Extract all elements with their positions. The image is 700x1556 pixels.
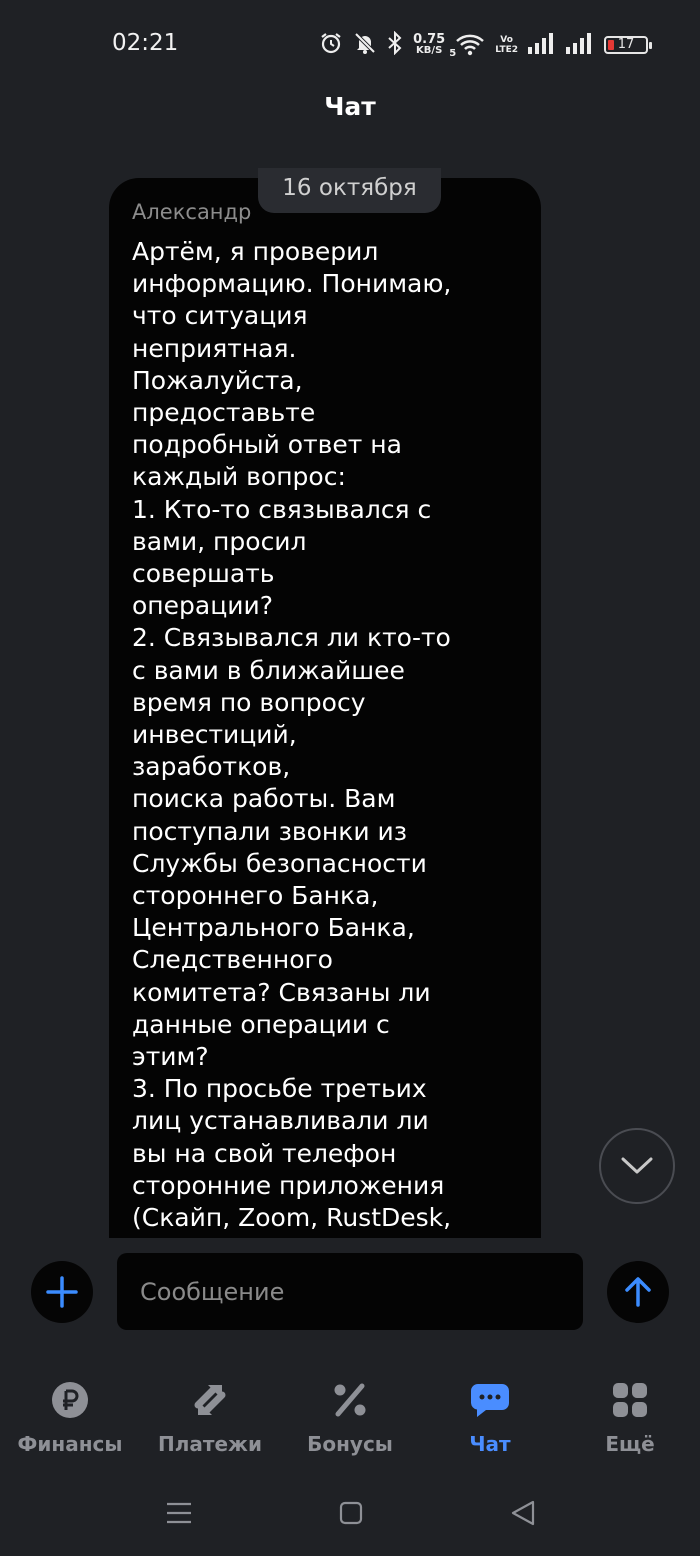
battery-icon: 17 <box>604 36 652 54</box>
send-button[interactable] <box>607 1261 669 1323</box>
wifi-band: 5 <box>449 48 457 59</box>
back-button[interactable] <box>500 1490 546 1536</box>
volte-bottom: LTE2 <box>495 45 518 55</box>
network-speed-value: 0.75 <box>413 32 446 47</box>
alarm-icon <box>319 31 343 59</box>
nav-label-payments: Платежи <box>158 1432 262 1456</box>
nav-label-bonuses: Бонусы <box>307 1432 393 1456</box>
arrow-up-icon <box>625 1277 651 1307</box>
nav-item-more[interactable]: Ещё <box>560 1370 700 1456</box>
volte-top: Vo <box>500 35 513 45</box>
message-bubble[interactable]: Александр Артём, я проверил информацию. … <box>109 178 541 1238</box>
attach-button[interactable] <box>31 1261 93 1323</box>
system-nav-bar <box>0 1490 700 1536</box>
home-button[interactable] <box>328 1490 374 1536</box>
chat-bubble-icon <box>471 1384 509 1417</box>
nav-item-bonuses[interactable]: Бонусы <box>280 1370 420 1456</box>
home-square-icon <box>339 1501 363 1525</box>
scroll-down-button[interactable] <box>599 1128 675 1204</box>
grid-icon <box>613 1383 647 1417</box>
wifi-icon: 5 <box>449 33 485 59</box>
nav-item-chat[interactable]: Чат <box>420 1370 560 1456</box>
battery-level: 17 <box>617 37 635 52</box>
status-time: 02:21 <box>112 30 179 56</box>
page-title: Чат <box>324 92 376 121</box>
network-speed-unit: KB/S <box>416 45 443 56</box>
status-bar: 02:21 0.75 KB/S 5 Vo LTE2 17 <box>0 0 700 88</box>
message-sender: Александр <box>132 200 252 224</box>
nav-label-finances: Финансы <box>17 1432 123 1456</box>
percent-icon <box>334 1383 366 1417</box>
message-input[interactable] <box>117 1253 583 1330</box>
network-speed: 0.75 KB/S <box>413 32 446 56</box>
transfer-arrows-icon <box>194 1385 226 1415</box>
mute-bell-icon <box>353 31 377 59</box>
back-triangle-icon <box>511 1500 535 1526</box>
chevron-down-icon <box>621 1157 653 1174</box>
message-text: Артём, я проверил информацию. Понимаю, ч… <box>132 237 452 1238</box>
bottom-nav: Финансы Платежи Бонусы Чат Ещё <box>0 1370 700 1470</box>
signal-icon <box>528 32 556 58</box>
nav-item-finances[interactable]: Финансы <box>0 1370 140 1456</box>
date-separator: 16 октября <box>258 168 441 213</box>
bluetooth-icon <box>387 30 403 59</box>
nav-item-payments[interactable]: Платежи <box>140 1370 280 1456</box>
status-icons: 0.75 KB/S 5 Vo LTE2 17 <box>319 28 652 62</box>
signal-icon <box>566 32 594 58</box>
nav-label-chat: Чат <box>469 1432 511 1456</box>
ruble-icon <box>52 1382 88 1418</box>
recent-apps-button[interactable] <box>156 1490 202 1536</box>
plus-icon <box>46 1276 78 1308</box>
nav-label-more: Ещё <box>605 1432 655 1456</box>
volte-indicator: Vo LTE2 <box>495 35 518 55</box>
menu-icon <box>167 1502 191 1524</box>
